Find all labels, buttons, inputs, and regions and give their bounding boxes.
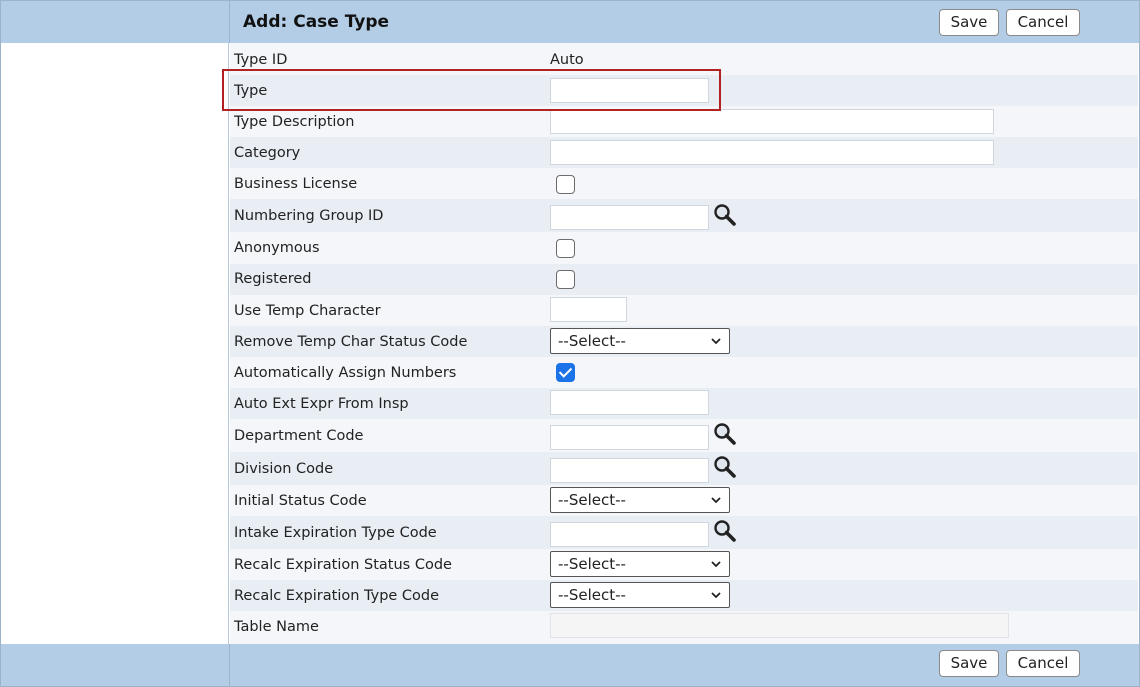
- left-column: [1, 1, 229, 686]
- table-name-input: [550, 613, 1009, 638]
- category-input[interactable]: [550, 140, 994, 165]
- category-label: Category: [234, 145, 301, 161]
- footer-divider: [229, 644, 230, 686]
- header-bar: Add: Case Type Save Cancel: [1, 1, 1139, 43]
- row-numbering-group-id: Numbering Group ID: [230, 199, 1138, 232]
- initial-status-code-select[interactable]: --Select--: [550, 487, 730, 513]
- footer-bar: Save Cancel: [1, 644, 1139, 686]
- division-code-input[interactable]: [550, 458, 709, 483]
- chevron-down-icon: [711, 561, 721, 568]
- use-temp-character-input[interactable]: [550, 297, 627, 322]
- remove-temp-char-status-code-label: Remove Temp Char Status Code: [234, 334, 468, 350]
- business-license-label: Business License: [234, 176, 358, 192]
- row-use-temp-character: Use Temp Character: [230, 295, 1138, 326]
- row-automatically-assign-numbers: Automatically Assign Numbers: [230, 357, 1138, 388]
- recalc-expiration-type-code-select[interactable]: --Select--: [550, 582, 730, 608]
- row-department-code: Department Code: [230, 419, 1138, 452]
- recalc-expiration-status-code-label: Recalc Expiration Status Code: [234, 557, 452, 573]
- remove-temp-char-status-code-select[interactable]: --Select--: [550, 328, 730, 354]
- division-code-label: Division Code: [234, 461, 334, 477]
- magnifier-icon[interactable]: [712, 202, 738, 228]
- magnifier-icon[interactable]: [712, 421, 738, 447]
- initial-status-code-label: Initial Status Code: [234, 493, 367, 509]
- header-divider: [229, 1, 230, 43]
- automatically-assign-numbers-checkbox[interactable]: [556, 363, 575, 382]
- row-recalc-expiration-status-code: Recalc Expiration Status Code --Select--: [230, 549, 1138, 580]
- type-field-highlight: [222, 69, 721, 111]
- automatically-assign-numbers-label: Automatically Assign Numbers: [234, 365, 457, 381]
- intake-expiration-type-code-input[interactable]: [550, 522, 709, 547]
- remove-temp-char-status-code-value: --Select--: [558, 332, 626, 350]
- cancel-button[interactable]: Cancel: [1006, 9, 1080, 36]
- numbering-group-id-label: Numbering Group ID: [234, 208, 384, 224]
- auto-ext-expr-from-insp-label: Auto Ext Expr From Insp: [234, 396, 409, 412]
- type-description-label: Type Description: [234, 114, 355, 130]
- row-intake-expiration-type-code: Intake Expiration Type Code: [230, 516, 1138, 549]
- cancel-button-bottom[interactable]: Cancel: [1006, 650, 1080, 677]
- row-business-license: Business License: [230, 168, 1138, 199]
- recalc-expiration-status-code-value: --Select--: [558, 555, 626, 573]
- row-category: Category: [230, 137, 1138, 168]
- department-code-label: Department Code: [234, 428, 364, 444]
- department-code-input[interactable]: [550, 425, 709, 450]
- chevron-down-icon: [711, 592, 721, 599]
- save-button-bottom[interactable]: Save: [939, 650, 999, 677]
- numbering-group-id-input[interactable]: [550, 205, 709, 230]
- page-title: Add: Case Type: [243, 12, 390, 32]
- business-license-checkbox[interactable]: [556, 175, 575, 194]
- magnifier-icon[interactable]: [712, 454, 738, 480]
- row-division-code: Division Code: [230, 452, 1138, 485]
- use-temp-character-label: Use Temp Character: [234, 303, 381, 319]
- type-description-input[interactable]: [550, 109, 994, 134]
- save-button[interactable]: Save: [939, 9, 999, 36]
- row-table-name: Table Name: [230, 611, 1138, 644]
- row-recalc-expiration-type-code: Recalc Expiration Type Code --Select--: [230, 580, 1138, 611]
- row-remove-temp-char-status-code: Remove Temp Char Status Code --Select--: [230, 326, 1138, 357]
- recalc-expiration-status-code-select[interactable]: --Select--: [550, 551, 730, 577]
- row-auto-ext-expr-from-insp: Auto Ext Expr From Insp: [230, 388, 1138, 419]
- anonymous-checkbox[interactable]: [556, 239, 575, 258]
- registered-label: Registered: [234, 271, 312, 287]
- magnifier-icon[interactable]: [712, 518, 738, 544]
- recalc-expiration-type-code-label: Recalc Expiration Type Code: [234, 588, 440, 604]
- intake-expiration-type-code-label: Intake Expiration Type Code: [234, 525, 437, 541]
- table-name-label: Table Name: [234, 619, 319, 635]
- recalc-expiration-type-code-value: --Select--: [558, 586, 626, 604]
- type-id-label: Type ID: [234, 52, 288, 68]
- row-anonymous: Anonymous: [230, 232, 1138, 264]
- row-initial-status-code: Initial Status Code --Select--: [230, 485, 1138, 516]
- chevron-down-icon: [711, 338, 721, 345]
- row-registered: Registered: [230, 264, 1138, 295]
- type-id-value: Auto: [550, 52, 584, 68]
- registered-checkbox[interactable]: [556, 270, 575, 289]
- anonymous-label: Anonymous: [234, 240, 320, 256]
- chevron-down-icon: [711, 497, 721, 504]
- initial-status-code-value: --Select--: [558, 491, 626, 509]
- auto-ext-expr-from-insp-input[interactable]: [550, 390, 709, 415]
